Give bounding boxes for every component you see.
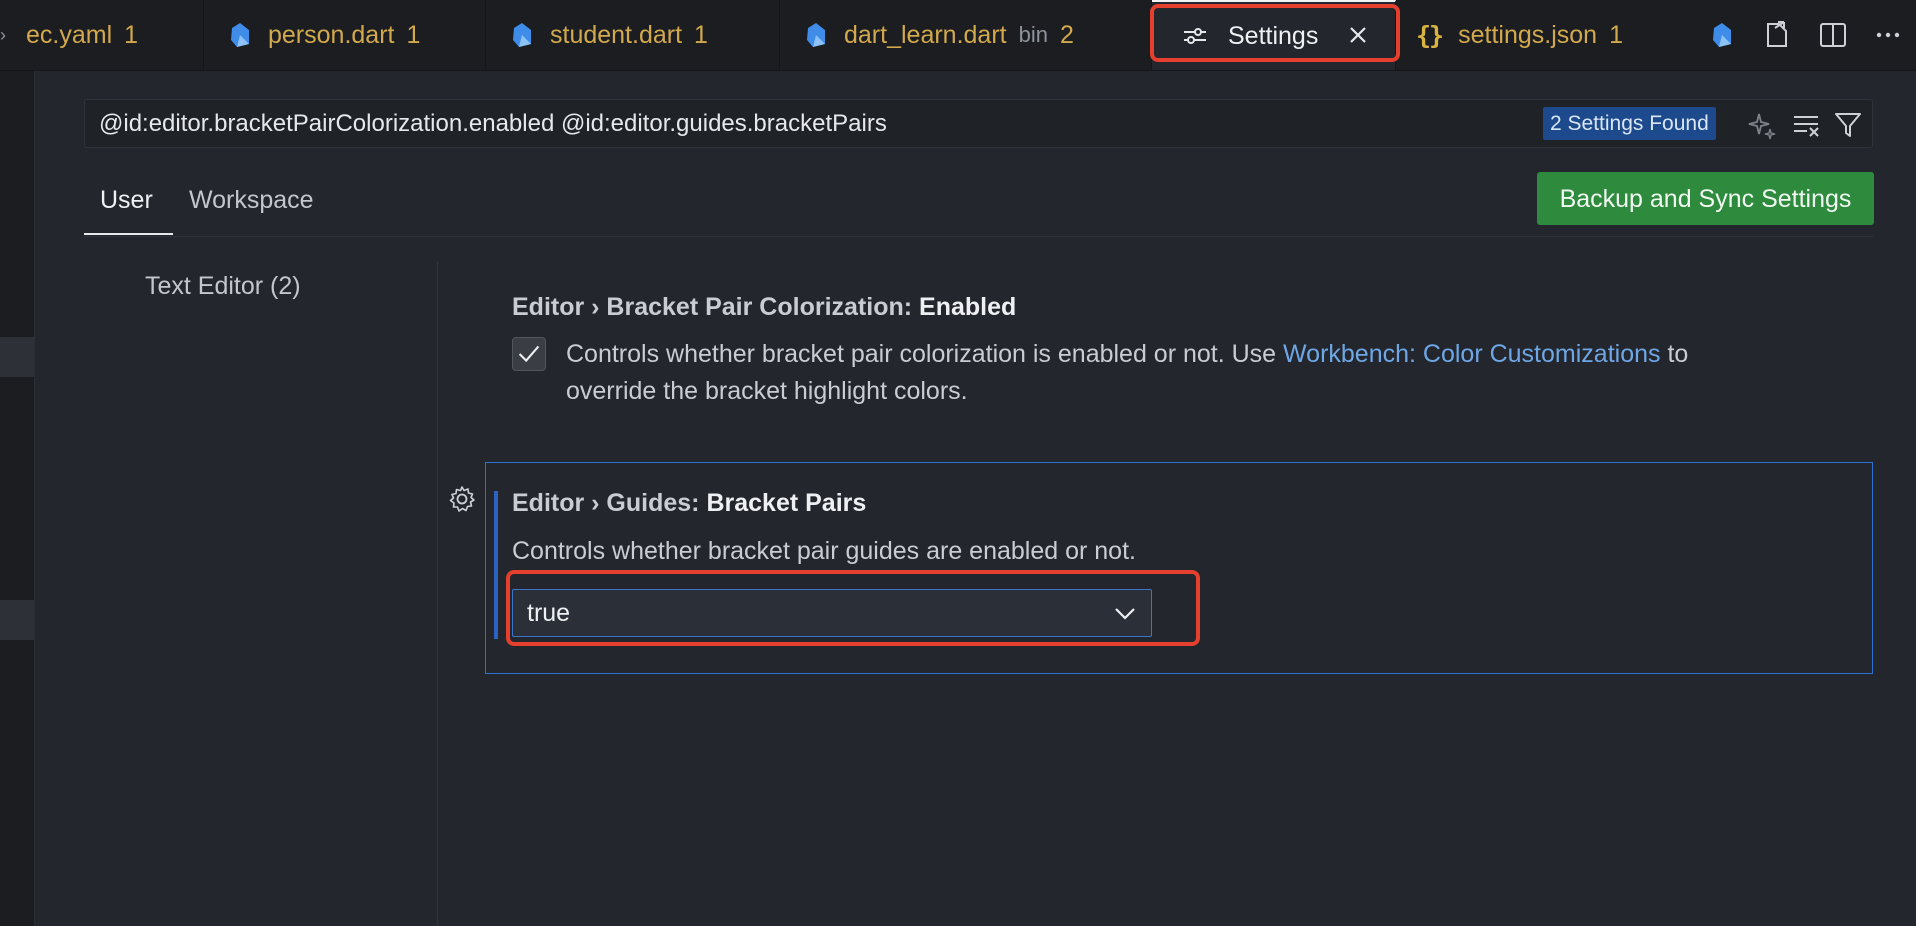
setting-description-line2: override the bracket highlight colors. <box>566 377 968 405</box>
tab-label: ec.yaml <box>26 20 113 49</box>
sparkle-icon[interactable] <box>1747 110 1777 140</box>
dart-file-icon <box>231 23 249 47</box>
tab-folder-badge: bin <box>1018 22 1048 47</box>
problem-count: 1 <box>1609 20 1623 49</box>
tab-student-dart[interactable]: student.dart 1 <box>486 0 780 70</box>
setting-category: Editor › Bracket Pair Colorization: <box>512 293 920 321</box>
activity-gutter <box>0 71 35 926</box>
tab-user[interactable]: User <box>100 186 153 215</box>
setting-name: Enabled <box>919 293 1017 321</box>
toc-divider <box>437 262 438 926</box>
tab-label: Settings <box>1228 21 1319 50</box>
problem-count: 1 <box>694 20 708 49</box>
tab-label: person.dart <box>268 20 395 49</box>
problem-count: 1 <box>406 20 421 49</box>
chevron-down-icon <box>1115 608 1135 620</box>
tab-settings[interactable]: Settings <box>1152 0 1396 70</box>
tab-label: settings.json <box>1458 20 1598 49</box>
gutter-selection <box>0 337 34 377</box>
active-tab-underline <box>84 233 173 235</box>
dart-file-icon <box>807 23 825 47</box>
open-settings-json-icon[interactable] <box>1761 19 1793 51</box>
setting-title-guides-bracket-pairs: Editor › Guides: Bracket Pairs <box>512 489 866 518</box>
setting-name: Bracket Pairs <box>706 489 867 517</box>
settings-found-badge: 2 Settings Found <box>1543 107 1716 140</box>
filter-icon[interactable] <box>1833 110 1863 140</box>
settings-sliders-icon <box>1184 28 1206 44</box>
problem-count: 2 <box>1059 20 1074 49</box>
editor-tab-bar: › ec.yaml 1 person.dart 1 student.dart 1… <box>0 0 1916 71</box>
tab-person-dart[interactable]: person.dart 1 <box>204 0 486 70</box>
tab-ec-yaml[interactable]: › ec.yaml 1 <box>0 0 204 70</box>
header-divider <box>84 236 1873 237</box>
dart-file-icon <box>513 23 531 47</box>
backup-sync-button[interactable]: Backup and Sync Settings <box>1537 172 1874 225</box>
search-query: @id:editor.bracketPairColorization.enabl… <box>99 110 887 137</box>
tab-dart-learn[interactable]: dart_learn.dart bin 2 <box>780 0 1152 70</box>
setting-category: Editor › Guides: <box>512 489 707 517</box>
setting-description: Controls whether bracket pair colorizati… <box>566 336 1688 373</box>
modified-indicator <box>494 491 498 639</box>
bracket-colorization-checkbox[interactable] <box>512 337 546 371</box>
tab-label: dart_learn.dart <box>844 20 1007 49</box>
tab-workspace[interactable]: Workspace <box>189 186 314 215</box>
close-icon[interactable] <box>1343 20 1373 50</box>
toc-item-text-editor[interactable]: Text Editor (2) <box>145 272 301 301</box>
desc-text: to <box>1660 340 1689 368</box>
setting-title-bracket-colorization: Editor › Bracket Pair Colorization: Enab… <box>512 293 1016 322</box>
more-actions-icon[interactable] <box>1872 19 1904 51</box>
editor-actions <box>1694 0 1916 70</box>
bracket-pairs-select[interactable]: true <box>512 589 1152 637</box>
overflow-chevron-icon: › <box>0 24 6 45</box>
clear-filter-icon[interactable] <box>1791 110 1821 140</box>
color-customizations-link[interactable]: Workbench: Color Customizations <box>1283 340 1660 368</box>
dart-devtools-icon[interactable] <box>1706 19 1738 51</box>
json-braces-icon: {} <box>1416 20 1444 50</box>
select-value: true <box>527 599 571 627</box>
gutter-selection <box>0 600 34 640</box>
checkmark-icon <box>518 345 540 363</box>
settings-search-input[interactable]: @id:editor.bracketPairColorization.enabl… <box>84 99 1873 148</box>
gear-icon[interactable] <box>447 484 477 514</box>
desc-text: Controls whether bracket pair colorizati… <box>566 340 1284 368</box>
problem-count: 1 <box>124 20 139 49</box>
split-editor-icon[interactable] <box>1817 19 1849 51</box>
tab-settings-json[interactable]: {} settings.json 1 <box>1396 0 1694 70</box>
setting-description: Controls whether bracket pair guides are… <box>512 537 1136 565</box>
tab-label: student.dart <box>550 20 683 49</box>
